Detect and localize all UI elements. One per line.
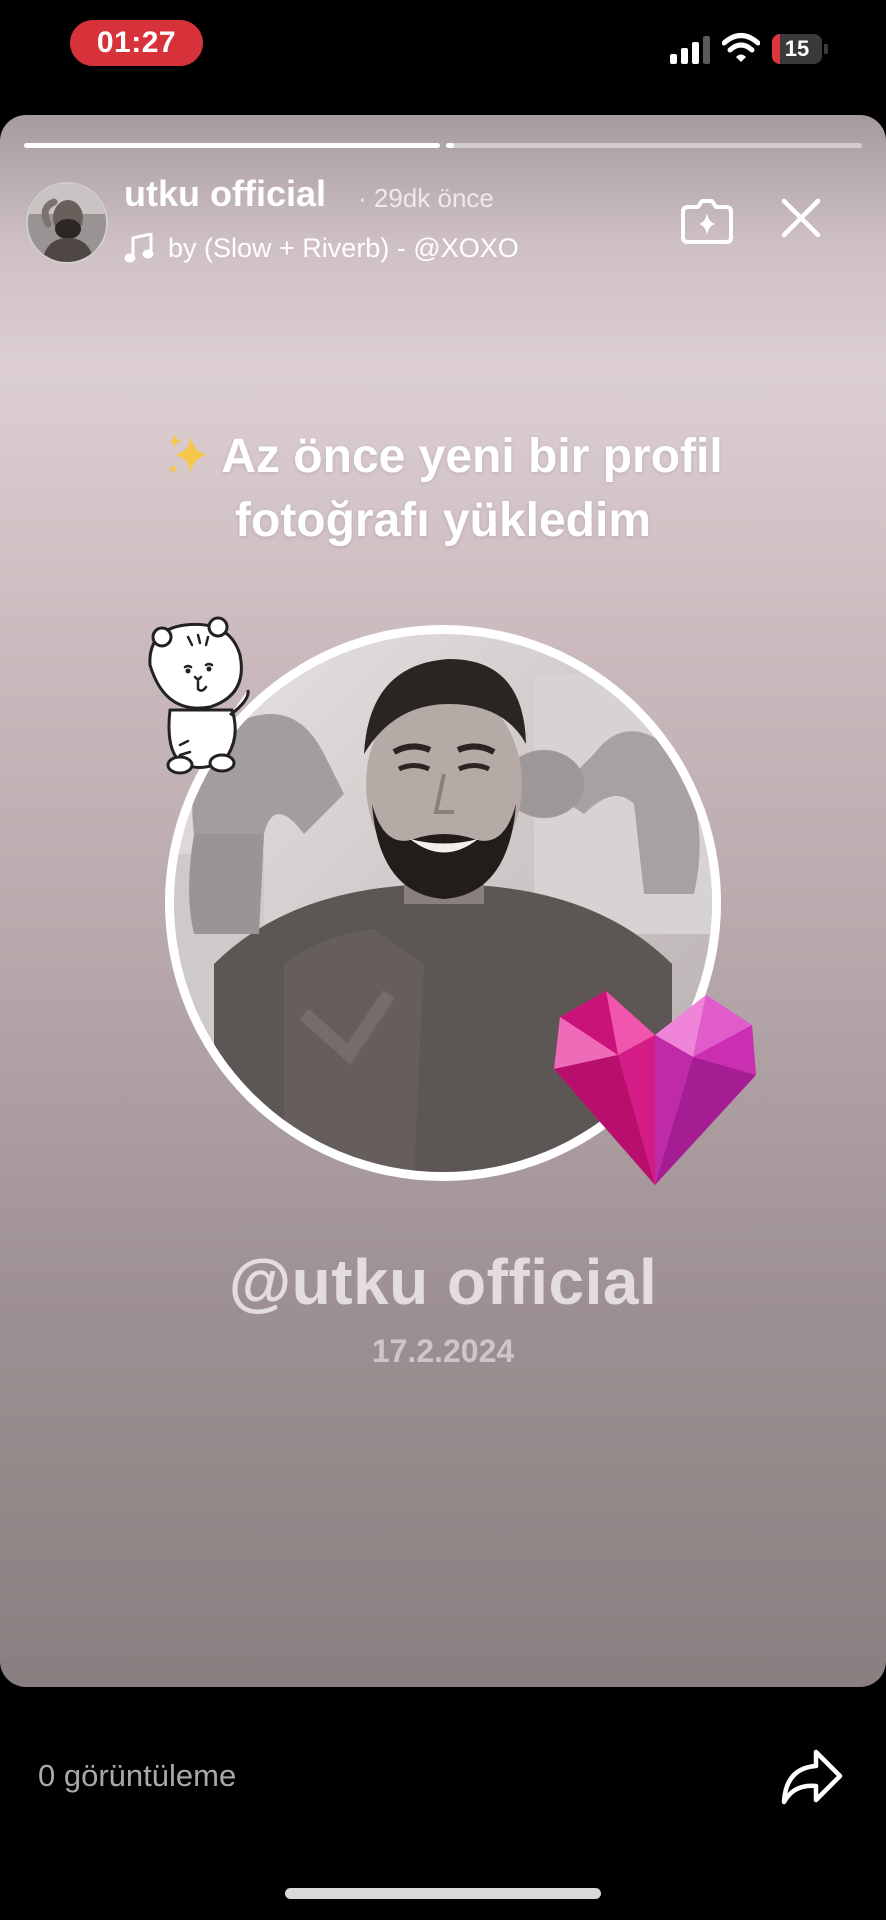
story-card[interactable]: utku official · 29dk önce by (Slow + Riv…	[0, 115, 886, 1687]
sparkle-icon	[169, 434, 208, 474]
music-track-label[interactable]: by (Slow + Riverb) - @XOXO	[168, 233, 519, 264]
status-time[interactable]: 01:27	[70, 20, 203, 66]
tiger-sticker[interactable]	[140, 615, 260, 775]
battery-body: 15	[772, 34, 822, 64]
headline-line-2: fotoğrafı yükledim	[234, 494, 652, 547]
add-to-story-icon[interactable]	[678, 191, 736, 249]
wifi-icon	[722, 33, 760, 62]
status-bar: 01:27 15	[0, 0, 886, 100]
views-count[interactable]: 0 görüntüleme	[38, 1758, 236, 1794]
cellular-signal-icon	[670, 36, 710, 64]
battery-indicator: 15	[772, 34, 830, 64]
story-progress-segment	[24, 143, 440, 148]
battery-level: 15	[784, 36, 810, 61]
posted-time: · 29dk önce	[358, 183, 494, 213]
story-progress-fill	[446, 143, 455, 148]
home-indicator[interactable]	[285, 1888, 601, 1899]
story-viewer-screen: 01:27 15 utku official · 29dk önce by (S…	[0, 0, 886, 1920]
story-progress-fill	[24, 143, 440, 148]
story-progress-segment	[446, 143, 862, 148]
avatar-image	[28, 184, 106, 262]
pink-heart-sticker[interactable]	[548, 985, 762, 1191]
headline-line-1: Az önce yeni bir profil	[60, 425, 826, 489]
music-note-icon	[124, 233, 154, 263]
story-headline: Az önce yeni bir profil fotoğrafı yükled…	[60, 425, 826, 553]
headline-line-1-text: Az önce yeni bir profil	[221, 430, 723, 483]
profile-date: 17.2.2024	[371, 1333, 515, 1369]
profile-username: @utku official	[228, 1246, 658, 1318]
author-avatar[interactable]	[26, 182, 108, 264]
close-icon[interactable]	[778, 195, 824, 241]
author-name[interactable]: utku official	[124, 173, 326, 215]
battery-cap	[824, 44, 828, 54]
share-arrow-icon[interactable]	[780, 1746, 844, 1806]
